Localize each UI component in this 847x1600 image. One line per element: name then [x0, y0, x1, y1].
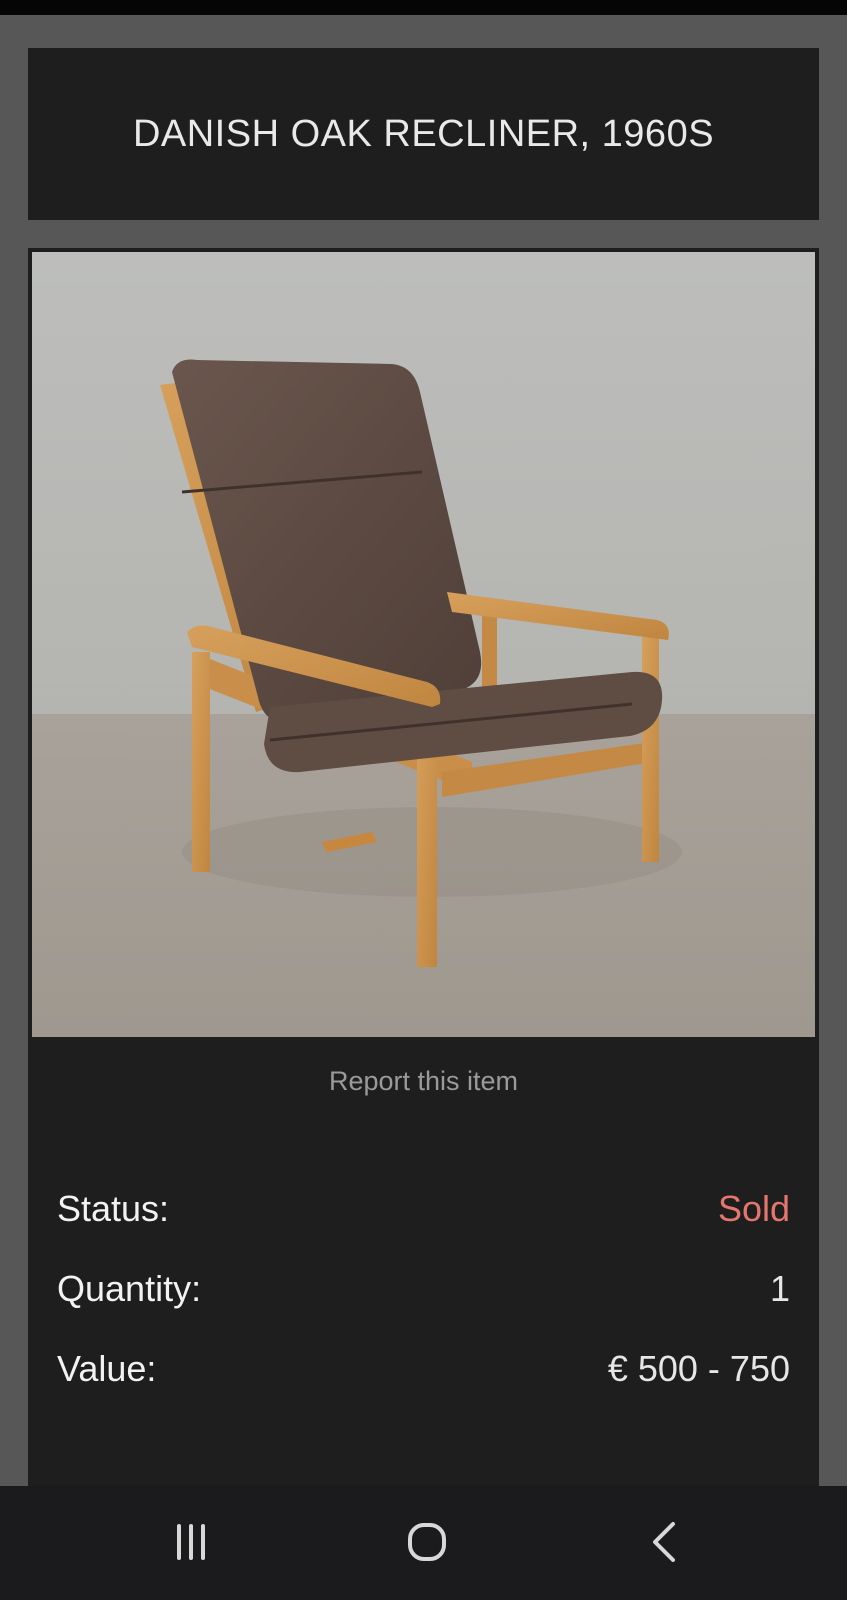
home-icon — [408, 1523, 446, 1561]
status-row: Status: Sold — [57, 1188, 790, 1230]
home-button[interactable] — [382, 1510, 472, 1574]
recent-apps-icon — [177, 1524, 205, 1560]
item-photo[interactable] — [32, 252, 815, 1037]
price-range: € 500 - 750 — [607, 1348, 790, 1389]
item-title: DANISH OAK RECLINER, 1960S — [132, 112, 715, 155]
value-row: Value: € 500 - 750 — [57, 1348, 790, 1390]
status-value: Sold — [717, 1188, 790, 1229]
quantity-value: 1 — [769, 1268, 790, 1309]
quantity-row: Quantity: 1 — [57, 1268, 790, 1310]
back-button[interactable] — [620, 1510, 710, 1574]
report-item-link[interactable]: Report this item — [28, 1066, 819, 1097]
quantity-label: Quantity: — [57, 1268, 202, 1309]
status-label: Status: — [57, 1188, 170, 1229]
recliner-chair-image — [32, 252, 815, 1037]
recent-apps-button[interactable] — [146, 1510, 236, 1574]
value-label: Value: — [57, 1348, 157, 1389]
status-bar — [0, 0, 847, 15]
item-detail-card: Report this item Status: Sold Quantity: … — [28, 248, 819, 1488]
title-card: DANISH OAK RECLINER, 1960S — [28, 48, 819, 220]
back-icon — [653, 1522, 675, 1562]
system-navigation-bar — [0, 1486, 847, 1600]
